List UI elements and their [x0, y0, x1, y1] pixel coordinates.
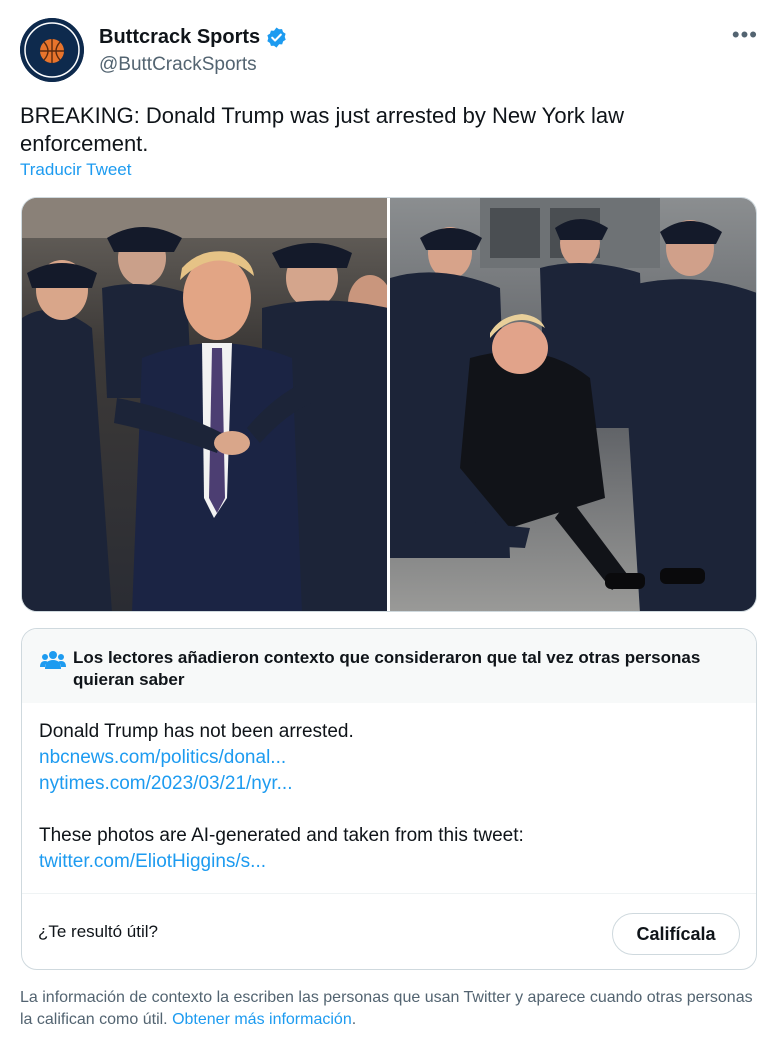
verified-badge-icon: [265, 26, 288, 49]
tweet-header: Buttcrack Sports @ButtCrackSports •••: [20, 16, 760, 86]
tweet-text: BREAKING: Donald Trump was just arrested…: [20, 103, 625, 156]
note-divider: [22, 893, 756, 894]
community-note-title: Los lectores añadieron contexto que cons…: [73, 648, 701, 689]
more-horizontal-icon[interactable]: •••: [732, 22, 758, 48]
tweet-media: [21, 197, 757, 612]
people-icon: [40, 649, 66, 676]
community-note-header: Los lectores añadieron contexto que cons…: [22, 629, 756, 703]
translate-tweet-link[interactable]: Traducir Tweet: [20, 160, 132, 180]
footer-period: .: [351, 1011, 357, 1028]
note-spacer: [39, 797, 739, 823]
footer-text: La información de contexto la escriben l…: [20, 989, 753, 1028]
tweet-photo-1[interactable]: [22, 198, 387, 611]
context-footer: La información de contexto la escriben l…: [20, 987, 760, 1031]
author-handle[interactable]: @ButtCrackSports: [99, 54, 257, 76]
tweet-photo-2[interactable]: [389, 198, 756, 611]
note-text-line-2: These photos are AI-generated and taken …: [39, 825, 524, 846]
note-link-twitter[interactable]: twitter.com/EliotHiggins/s...: [39, 849, 739, 875]
avatar[interactable]: [20, 18, 84, 82]
more-info-link[interactable]: Obtener más información: [172, 1011, 352, 1028]
note-text-line-1: Donald Trump has not been arrested.: [39, 721, 354, 742]
author-display-name[interactable]: Buttcrack Sports: [99, 26, 260, 49]
note-link-nbcnews[interactable]: nbcnews.com/politics/donal...: [39, 745, 739, 771]
note-link-nytimes[interactable]: nytimes.com/2023/03/21/nyr...: [39, 771, 739, 797]
community-note-body: Donald Trump has not been arrested. nbcn…: [39, 719, 739, 875]
rate-it-button[interactable]: Califícala: [612, 913, 740, 955]
author-name-row[interactable]: Buttcrack Sports: [99, 26, 288, 49]
useful-question: ¿Te resultó útil?: [38, 922, 158, 941]
community-note: Los lectores añadieron contexto que cons…: [21, 628, 757, 970]
